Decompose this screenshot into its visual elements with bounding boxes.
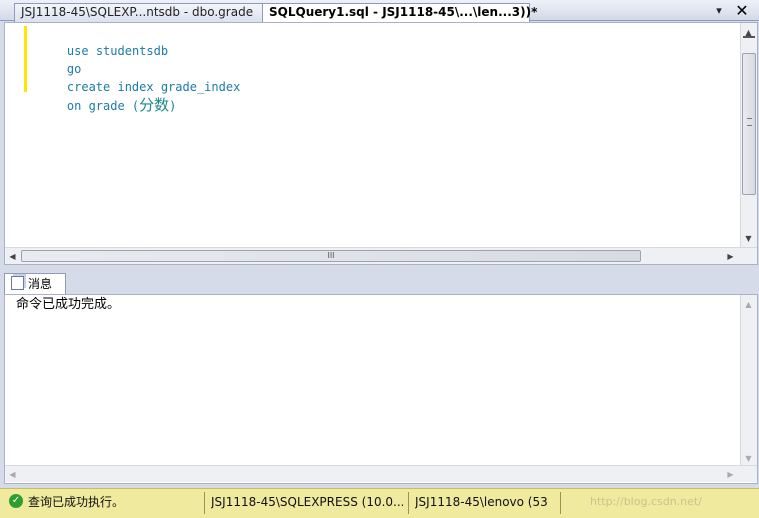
grip-icon: [747, 118, 752, 126]
tab-table-designer[interactable]: JSJ1118-45\SQLEXP...ntsdb - dbo.grade: [14, 3, 266, 22]
scroll-down-icon[interactable]: ▼: [741, 231, 756, 246]
identifier: studentsdb: [88, 44, 169, 58]
status-divider: [560, 492, 561, 514]
editor-horizontal-scrollbar[interactable]: ◀ III ▶: [5, 247, 757, 264]
results-vertical-scrollbar[interactable]: ▲ ▼: [740, 295, 757, 465]
results-tab-strip: [0, 272, 759, 294]
scroll-down-icon[interactable]: ▼: [741, 451, 756, 466]
sql-editor[interactable]: use studentsdb go create index grade_ind…: [4, 22, 758, 265]
identifier: grade (: [81, 99, 140, 113]
result-message: 命令已成功完成。: [16, 297, 121, 312]
messages-icon: [11, 276, 24, 290]
scroll-right-icon[interactable]: ▶: [723, 467, 738, 482]
splitter-handle[interactable]: [743, 36, 755, 38]
query-status-text: 查询已成功执行。: [28, 495, 125, 509]
status-divider: [204, 492, 205, 514]
scroll-left-icon[interactable]: ◀: [5, 249, 20, 264]
tab-sql-query[interactable]: SQLQuery1.sql - JSJ1118-45\...\len...3))…: [262, 3, 537, 22]
paren: ): [169, 99, 177, 113]
tab-list-dropdown-icon[interactable]: ▾: [712, 3, 726, 19]
success-check-icon: ✓: [9, 494, 23, 508]
code-line: on grade (分数): [38, 78, 177, 133]
watermark: http://blog.csdn.net/: [590, 495, 702, 508]
scroll-thumb[interactable]: III: [21, 250, 641, 262]
close-icon[interactable]: ✕: [734, 2, 750, 19]
scroll-left-icon[interactable]: ◀: [5, 467, 20, 482]
server-name: JSJ1118-45\SQLEXPRESS (10.0...: [211, 495, 403, 509]
scroll-thumb[interactable]: [742, 53, 756, 195]
tab-messages[interactable]: 消息: [4, 273, 66, 295]
messages-panel[interactable]: ▲ ▼ ◀ ▶: [4, 294, 758, 484]
scroll-right-icon[interactable]: ▶: [723, 249, 738, 264]
status-bar: 查询已成功执行。 JSJ1118-45\SQLEXPRESS (10.0... …: [0, 488, 759, 518]
column-name: 分数: [139, 96, 170, 114]
scroll-up-icon[interactable]: ▲: [741, 297, 756, 312]
tab-messages-label: 消息: [28, 277, 53, 291]
editor-vertical-scrollbar[interactable]: ▲ ▼: [740, 23, 757, 247]
results-horizontal-scrollbar[interactable]: ◀ ▶: [5, 465, 757, 482]
login-user: JSJ1118-45\lenovo (53: [415, 495, 548, 509]
status-divider: [408, 492, 409, 514]
keyword: on: [66, 99, 82, 113]
change-margin-bar: [24, 26, 27, 92]
